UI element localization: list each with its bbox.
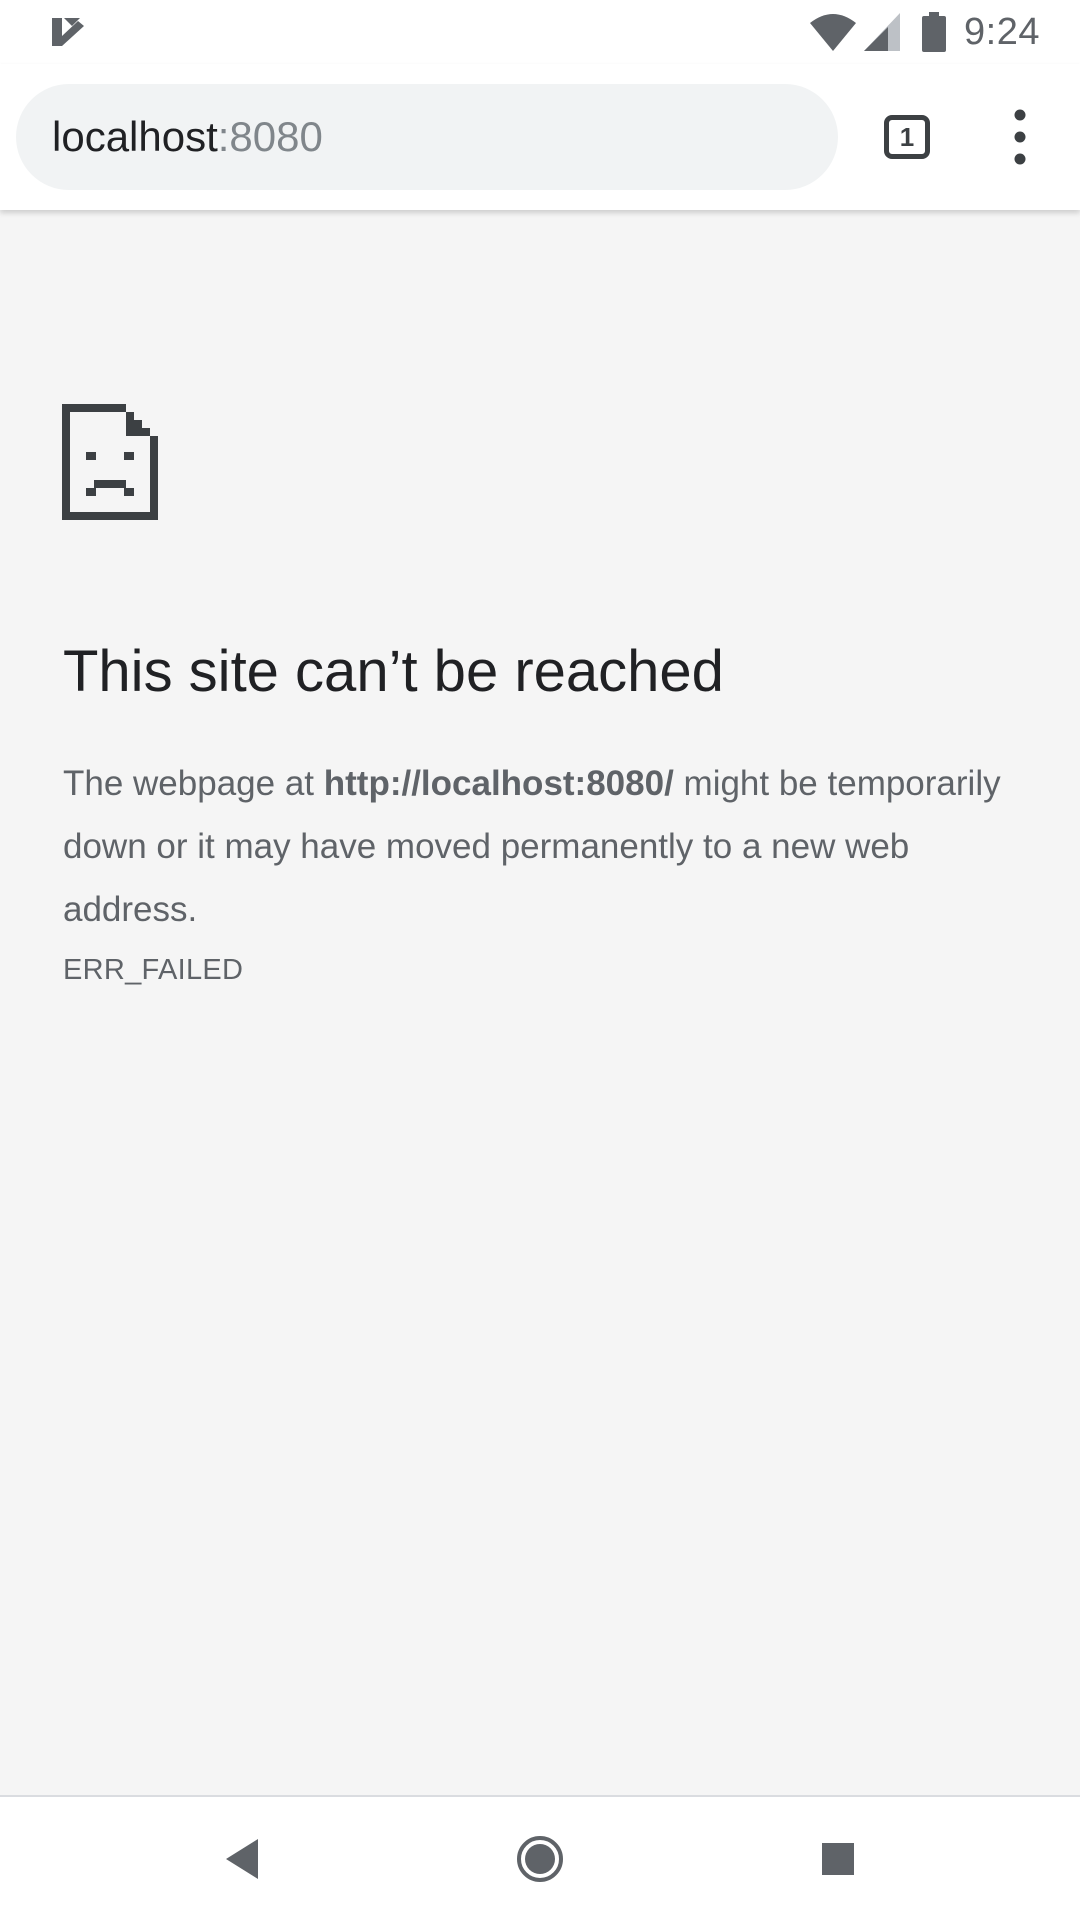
battery-icon [922,12,947,52]
error-desc-url: http://localhost:8080/ [323,764,674,803]
error-title: This site can’t be reached [63,639,724,704]
status-icons: 9:24 [810,0,1040,64]
wifi-icon [810,14,857,51]
url-host: localhost [52,113,218,160]
recents-button[interactable] [806,1827,870,1891]
status-bar: 9:24 [0,0,1080,64]
error-desc-prefix: The webpage at [63,764,324,803]
app-notification-icon [52,18,84,46]
home-icon [517,1836,563,1882]
recents-icon [822,1843,854,1875]
status-time: 9:24 [964,10,1040,53]
more-vert-icon[interactable] [1000,107,1040,167]
error-description: The webpage at http://localhost:8080/ mi… [63,752,1023,941]
signal-icon [864,13,901,51]
browser-screen: 9:24 localhost:8080 1 This site can’t be… [0,0,1080,1920]
navigation-bar [0,1795,1080,1920]
tab-switcher-button[interactable]: 1 [884,115,930,159]
home-button[interactable] [508,1827,572,1891]
error-code: ERR_FAILED [63,954,244,986]
back-button[interactable] [210,1827,274,1891]
sad-document-icon [62,404,158,520]
url-port: :8080 [217,113,323,160]
browser-toolbar: localhost:8080 1 [0,64,1080,210]
back-icon [226,1839,258,1879]
address-bar[interactable]: localhost:8080 [16,84,838,190]
tab-count: 1 [899,121,915,152]
